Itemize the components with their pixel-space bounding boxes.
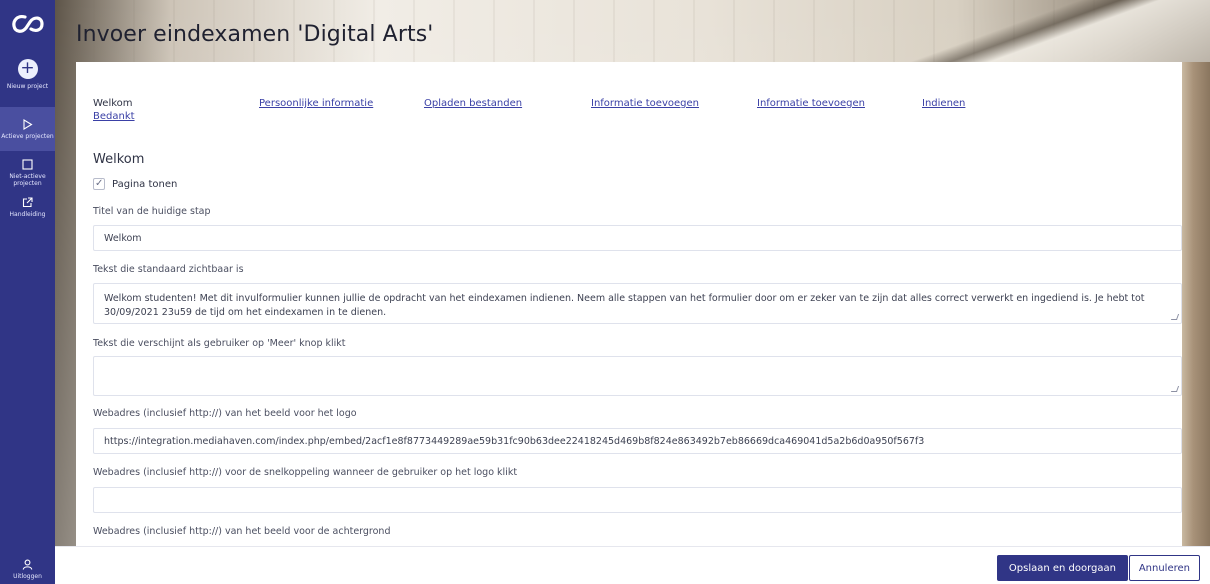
form-card: Welkom Persoonlijke informatie Opladen b…: [76, 62, 1182, 546]
logo-link-input[interactable]: [93, 487, 1182, 513]
background-wall: [1182, 62, 1210, 546]
external-link-icon: [22, 197, 33, 208]
step-title-label: Titel van de huidige stap: [93, 206, 211, 217]
step-title-input[interactable]: Welkom: [93, 225, 1182, 251]
sidebar: + Nieuw project Actieve projecten Niet-a…: [0, 0, 55, 584]
step-opladen-bestanden[interactable]: Opladen bestanden: [424, 98, 522, 109]
sidebar-item-active-projects[interactable]: Actieve projecten: [0, 107, 55, 151]
section-title: Welkom: [93, 152, 145, 167]
app-logo-icon[interactable]: [11, 13, 45, 35]
step-bedankt[interactable]: Bedankt: [93, 111, 135, 122]
more-text-textarea[interactable]: [93, 356, 1182, 396]
show-page-label: Pagina tonen: [112, 178, 178, 190]
sidebar-item-label: Actieve projecten: [1, 132, 54, 140]
logout-button[interactable]: Uitloggen: [0, 559, 55, 580]
step-welkom: Welkom: [93, 98, 133, 109]
show-page-row: ✓ Pagina tonen: [93, 178, 177, 190]
new-project-button[interactable]: + Nieuw project: [0, 59, 55, 91]
resize-handle-icon[interactable]: [1170, 314, 1180, 320]
page-title: Invoer eindexamen 'Digital Arts': [76, 22, 434, 47]
square-icon: [22, 159, 33, 170]
background-beam: [880, 0, 1210, 62]
sidebar-item-label: Handleiding: [9, 211, 46, 218]
step-informatie-toevoegen-1[interactable]: Informatie toevoegen: [591, 98, 699, 109]
background-url-label: Webadres (inclusief http://) van het bee…: [93, 526, 391, 537]
logo-link-label: Webadres (inclusief http://) voor de sne…: [93, 467, 518, 478]
step-persoonlijke-informatie[interactable]: Persoonlijke informatie: [259, 98, 373, 109]
show-page-checkbox[interactable]: ✓: [93, 178, 105, 190]
logout-label: Uitloggen: [13, 573, 42, 580]
sidebar-item-label: Niet-actieve projecten: [9, 173, 46, 187]
step-informatie-toevoegen-2[interactable]: Informatie toevoegen: [757, 98, 865, 109]
default-text-label: Tekst die standaard zichtbaar is: [93, 264, 244, 275]
sidebar-item-manual[interactable]: Handleiding: [0, 197, 55, 218]
sidebar-item-inactive-projects[interactable]: Niet-actieve projecten: [0, 159, 55, 187]
cancel-button[interactable]: Annuleren: [1128, 555, 1200, 581]
check-icon: ✓: [95, 178, 104, 189]
logo-url-input[interactable]: https://integration.mediahaven.com/index…: [93, 428, 1182, 454]
plus-icon: +: [17, 59, 38, 79]
save-and-continue-button[interactable]: Opslaan en doorgaan: [996, 555, 1128, 581]
action-bar: Opslaan en doorgaan Annuleren: [55, 546, 1210, 584]
step-indienen[interactable]: Indienen: [922, 98, 965, 109]
resize-handle-icon[interactable]: [1170, 386, 1180, 392]
user-icon: [22, 559, 33, 570]
play-icon: [23, 118, 33, 130]
default-text-value: Welkom studenten! Met dit invulformulier…: [104, 293, 1145, 318]
more-text-label: Tekst die verschijnt als gebruiker op 'M…: [93, 338, 346, 349]
default-text-textarea[interactable]: Welkom studenten! Met dit invulformulier…: [93, 283, 1182, 324]
new-project-label: Nieuw project: [6, 83, 49, 90]
logo-url-label: Webadres (inclusief http://) van het bee…: [93, 408, 357, 419]
